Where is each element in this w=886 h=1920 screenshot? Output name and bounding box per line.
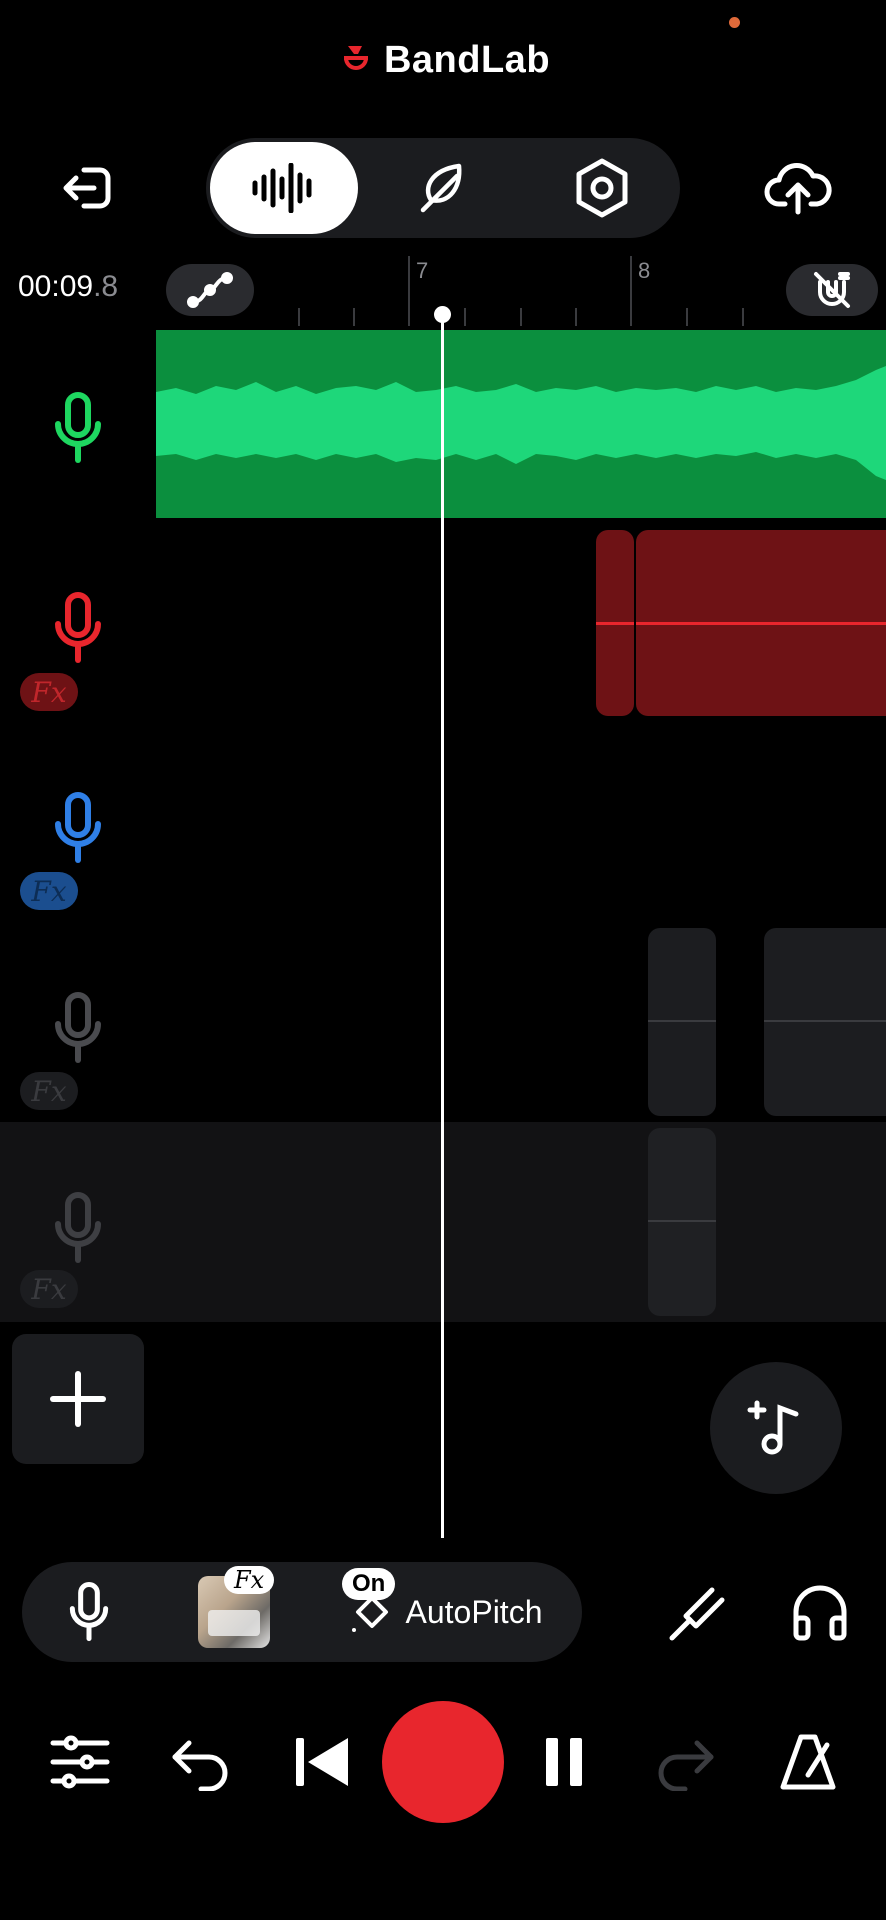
brand-name: BandLab <box>383 38 551 81</box>
ruler-tick-major <box>408 256 410 326</box>
headphones-icon <box>793 1585 847 1641</box>
ruler-tick <box>742 308 744 326</box>
add-instrument-button[interactable] <box>710 1362 842 1494</box>
microphone-icon <box>55 392 101 463</box>
ruler-tick <box>353 308 355 326</box>
tuner-button[interactable] <box>660 1574 736 1650</box>
time-fraction: .8 <box>93 270 119 303</box>
exit-icon <box>63 167 111 209</box>
track-5-fx-badge[interactable]: Fx <box>20 1270 78 1308</box>
audio-region[interactable] <box>648 928 716 1116</box>
audio-region[interactable] <box>636 530 886 716</box>
cloud-upload-icon <box>764 163 832 215</box>
track-5-mic-button[interactable] <box>46 1188 110 1268</box>
track-4-mic-button[interactable] <box>46 988 110 1068</box>
track-2-mic-button[interactable] <box>46 588 110 668</box>
tab-settings[interactable] <box>556 142 648 234</box>
add-track-button[interactable] <box>12 1334 144 1464</box>
waveform-line <box>648 1020 716 1022</box>
playback-time: 00:09.8 <box>18 270 118 304</box>
playhead-line[interactable] <box>441 316 444 1538</box>
pause-icon <box>546 1738 582 1786</box>
waveform-line <box>596 622 634 625</box>
autopitch-label: AutoPitch <box>405 1593 543 1630</box>
app-brand: BandLab <box>0 30 886 90</box>
waveform <box>156 366 886 480</box>
microphone-icon <box>69 1582 109 1642</box>
undo-icon <box>172 1740 228 1791</box>
pause-button[interactable] <box>524 1722 604 1802</box>
snap-toggle-button[interactable] <box>786 264 878 316</box>
fx-preset-badge: Fx <box>224 1566 275 1594</box>
bandlab-logo-icon <box>343 46 368 70</box>
waveform-line <box>648 1220 716 1222</box>
microphone-icon <box>55 592 101 663</box>
tab-instruments[interactable] <box>398 142 488 234</box>
tuning-fork-icon <box>669 1587 725 1641</box>
feather-icon <box>420 163 462 213</box>
status-dot <box>729 17 740 28</box>
playhead-handle[interactable] <box>434 306 451 323</box>
magnet-off-icon <box>814 272 850 308</box>
add-music-note-icon <box>747 1400 799 1455</box>
input-mic-button[interactable] <box>58 1574 120 1650</box>
audio-region[interactable] <box>764 928 886 1116</box>
undo-button[interactable] <box>160 1722 240 1802</box>
waveform-icon <box>252 163 312 213</box>
audio-region[interactable] <box>156 330 886 518</box>
ruler-tick <box>464 308 466 326</box>
waveform-line <box>764 1020 886 1022</box>
rewind-button[interactable] <box>282 1722 362 1802</box>
tab-waveform[interactable] <box>210 142 358 234</box>
monitor-button[interactable] <box>782 1574 858 1650</box>
microphone-icon <box>55 992 101 1063</box>
track-3-mic-button[interactable] <box>46 788 110 868</box>
plus-icon <box>50 1371 106 1427</box>
metronome-button[interactable] <box>768 1722 848 1802</box>
mixer-button[interactable] <box>40 1722 120 1802</box>
ruler-tick <box>575 308 577 326</box>
automation-button[interactable] <box>166 264 254 316</box>
exit-button[interactable] <box>48 152 128 224</box>
track-3-fx-badge[interactable]: Fx <box>20 872 78 910</box>
ruler-tick <box>298 308 300 326</box>
microphone-icon <box>55 1192 101 1263</box>
track-1-mic-button[interactable] <box>46 388 110 468</box>
audio-region[interactable] <box>648 1128 716 1316</box>
upload-button[interactable] <box>756 150 840 226</box>
fx-preset-thumbnail <box>208 1610 260 1636</box>
sliders-icon <box>50 1735 110 1789</box>
skip-back-icon <box>296 1738 348 1786</box>
autopitch-on-badge: On <box>342 1568 396 1600</box>
bar-number-8: 8 <box>638 258 651 283</box>
bar-number-7: 7 <box>416 258 429 283</box>
redo-button[interactable] <box>646 1722 726 1802</box>
automation-curve-icon <box>187 272 233 308</box>
metronome-icon <box>780 1734 836 1790</box>
ruler-tick-major <box>630 256 632 326</box>
ruler-tick <box>520 308 522 326</box>
waveform-line <box>636 622 886 625</box>
record-button[interactable] <box>382 1701 504 1823</box>
track-4-fx-badge[interactable]: Fx <box>20 1072 78 1110</box>
hex-nut-icon <box>576 158 628 218</box>
microphone-icon <box>55 792 101 863</box>
track-2-fx-badge[interactable]: Fx <box>20 673 78 711</box>
redo-icon <box>658 1740 714 1791</box>
time-main: 00:09 <box>18 270 94 303</box>
ruler-tick <box>686 308 688 326</box>
